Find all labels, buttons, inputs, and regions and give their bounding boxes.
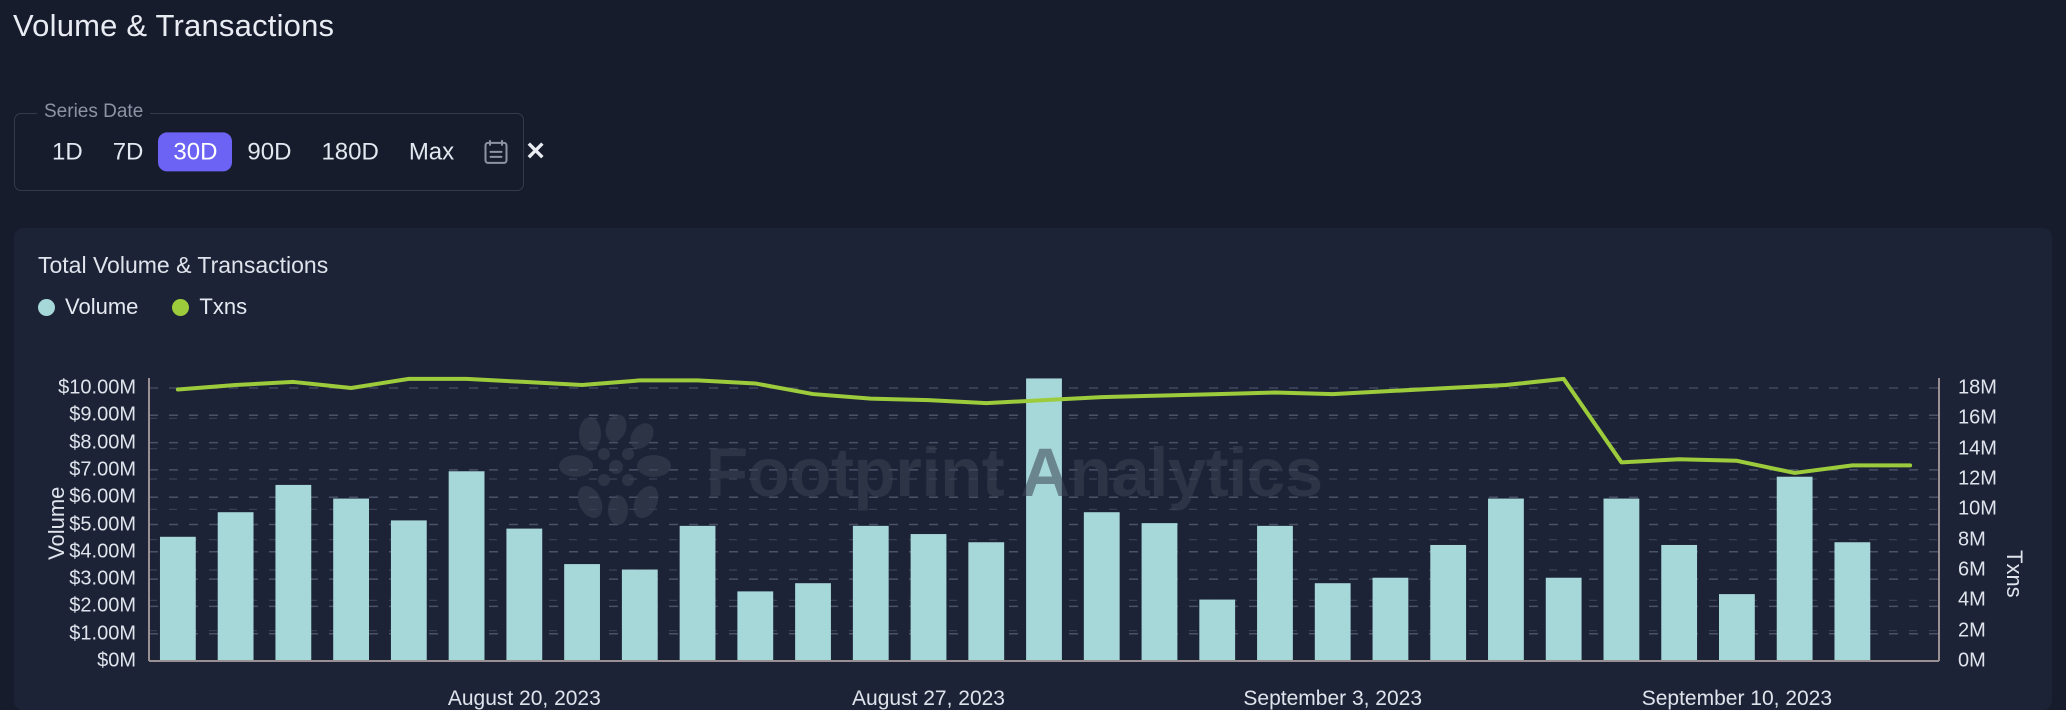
y-axis-left-tick: $7.00M (69, 458, 136, 481)
series-date-control: Series Date 1D 7D 30D 90D 180D Max ✕ (14, 101, 546, 191)
y-axis-right-tick: 6M (1958, 558, 1986, 581)
bar[interactable] (159, 536, 196, 661)
x-axis-tick-label: September 10, 2023 (1641, 687, 1833, 710)
y-axis-left-tick: $9.00M (69, 403, 136, 426)
y-axis-left-title: Volume (44, 486, 69, 560)
chart-title: Total Volume & Transactions (38, 252, 329, 278)
range-button-7d[interactable]: 7D (98, 132, 159, 171)
bar[interactable] (448, 471, 485, 661)
range-button-1d[interactable]: 1D (37, 132, 98, 171)
y-axis-left-tick: $4.00M (69, 540, 136, 563)
y-axis-right-tick: 8M (1958, 528, 1986, 551)
x-axis-tick-label: August 27, 2023 (852, 687, 1005, 710)
bar[interactable] (1141, 523, 1178, 661)
y-axis-right-tick: 14M (1958, 437, 1997, 460)
bar[interactable] (852, 525, 889, 661)
legend-label-volume: Volume (65, 294, 139, 319)
bar[interactable] (1545, 577, 1582, 661)
bar[interactable] (968, 542, 1005, 661)
y-axis-left-tick: $1.00M (69, 622, 136, 645)
close-icon[interactable]: ✕ (525, 139, 546, 165)
y-axis-left-tick: $8.00M (69, 431, 136, 454)
bar[interactable] (1430, 544, 1467, 661)
y-axis-right-tick: 4M (1958, 588, 1986, 611)
bar[interactable] (1199, 599, 1236, 661)
bar[interactable] (275, 484, 312, 661)
range-button-max[interactable]: Max (394, 132, 469, 171)
bar[interactable] (333, 498, 369, 661)
bar[interactable] (1372, 577, 1409, 661)
y-axis-right-title: Txns (2002, 550, 2027, 598)
bar[interactable] (1314, 583, 1351, 661)
x-axis-tick-label: September 3, 2023 (1243, 687, 1423, 710)
y-axis-right-tick: 10M (1958, 497, 1997, 520)
range-button-90d[interactable]: 90D (232, 132, 306, 171)
y-axis-left-tick: $10.00M (58, 376, 136, 399)
y-axis-left-tick: $2.00M (69, 594, 136, 617)
range-button-group: 1D 7D 30D 90D 180D Max ✕ (37, 132, 546, 172)
bar[interactable] (217, 512, 254, 661)
series-date-legend: Series Date (37, 101, 151, 123)
bar[interactable] (506, 528, 543, 661)
y-axis-left-tick: $3.00M (69, 567, 136, 590)
y-axis-left-tick: $5.00M (69, 513, 136, 535)
range-button-180d[interactable]: 180D (306, 132, 393, 171)
y-axis-right-tick: 0M (1958, 649, 1986, 672)
legend-item-txns[interactable]: Txns (172, 294, 247, 320)
legend-dot-volume (38, 298, 55, 316)
legend-label-txns: Txns (199, 294, 248, 319)
y-axis-right-tick: 12M (1958, 467, 1997, 490)
chart-legend: Volume Txns (38, 294, 247, 320)
bar[interactable] (795, 583, 831, 661)
plot-area: Footprint Analytics Volume Txns $0M $1.00… (14, 338, 2052, 710)
y-axis-right-tick: 18M (1958, 376, 1997, 399)
y-axis-left-tick: $0M (97, 649, 136, 672)
bar[interactable] (1026, 378, 1062, 661)
bar[interactable] (737, 591, 774, 661)
bar[interactable] (1661, 544, 1698, 661)
y-axis-right-tick: 2M (1958, 619, 1986, 642)
bar[interactable] (679, 525, 716, 661)
bar[interactable] (390, 520, 427, 661)
bar[interactable] (1834, 542, 1871, 661)
chart-canvas (148, 376, 1940, 662)
bar[interactable] (1719, 594, 1755, 661)
range-button-30d[interactable]: 30D (158, 132, 233, 172)
y-axis-right-tick: 16M (1958, 406, 1997, 429)
x-axis-tick-label: August 20, 2023 (447, 687, 601, 710)
bar[interactable] (1776, 476, 1813, 661)
legend-dot-txns (172, 298, 190, 316)
calendar-icon[interactable] (483, 139, 509, 166)
y-axis-left-tick: $6.00M (69, 485, 136, 508)
bar[interactable] (1257, 525, 1293, 661)
bar[interactable] (621, 569, 658, 661)
chart-card: Total Volume & Transactions Volume Txns (14, 228, 2052, 710)
page-title: Volume & Transactions (13, 8, 335, 43)
bar[interactable] (910, 534, 947, 661)
legend-item-volume[interactable]: Volume (38, 294, 138, 320)
bar[interactable] (564, 564, 600, 661)
bar[interactable] (1603, 498, 1640, 661)
bar[interactable] (1488, 498, 1524, 661)
bar[interactable] (1083, 512, 1120, 661)
